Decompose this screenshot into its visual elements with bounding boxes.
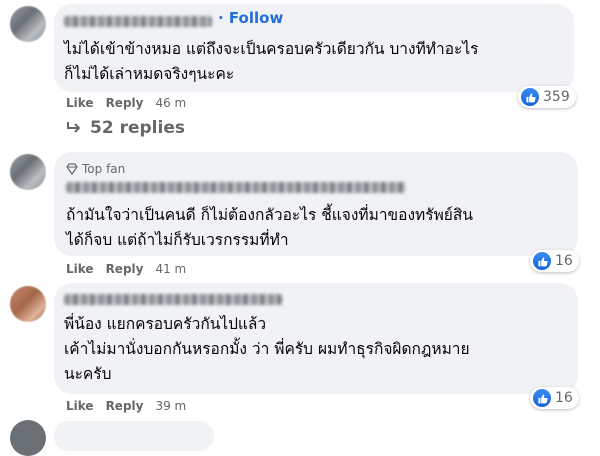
comment-timestamp[interactable]: 39 m [155, 399, 186, 413]
thumbs-up-icon [533, 252, 551, 270]
comment-avatar[interactable] [10, 420, 46, 456]
comment-actions: Like Reply 46 m [66, 96, 186, 110]
comment-actions: Like Reply 41 m [66, 262, 186, 276]
comment-avatar[interactable] [10, 154, 46, 190]
like-button[interactable]: Like [66, 96, 94, 110]
diamond-icon [66, 163, 78, 175]
commenter-name-blurred[interactable] [64, 294, 282, 305]
comment-bubble: · Follow ไม่ได้เข้าข้างหมอ แต่ถึงจะเป็นค… [54, 4, 574, 92]
comment-avatar[interactable] [10, 6, 46, 42]
like-button[interactable]: Like [66, 262, 94, 276]
comment-text-line: ไม่ได้เข้าข้างหมอ แต่ถึงจะเป็นครอบครัวเด… [64, 40, 479, 58]
thumbs-up-icon [521, 88, 539, 106]
comment-text-line: ได้ก็จบ แต่ถ้าไม่ก็รับเวรกรรมที่ทำ [66, 231, 289, 249]
comment-text-line: พี่น้อง แยกครอบครัวกันไปแล้ว [64, 315, 267, 333]
comment-text: ถ้ามันใจว่าเป็นคนดี ก็ไม่ต้องกลัวอะไร ชี… [66, 203, 473, 253]
commenter-name-blurred[interactable] [66, 182, 406, 193]
reaction-count[interactable]: 359 [518, 86, 576, 108]
top-fan-badge: Top fan [66, 162, 125, 176]
thumbs-up-icon [533, 389, 551, 407]
reply-button[interactable]: Reply [106, 262, 144, 276]
comment-bubble: Top fan ถ้ามันใจว่าเป็นคนดี ก็ไม่ต้องกลั… [54, 152, 578, 256]
reaction-count-value: 16 [555, 390, 573, 406]
reaction-count[interactable]: 16 [530, 387, 579, 409]
comment-bubble: พี่น้อง แยกครอบครัวกันไปแล้ว เค้าไม่มานั… [54, 283, 578, 394]
comment-text: พี่น้อง แยกครอบครัวกันไปแล้ว เค้าไม่มานั… [64, 312, 470, 387]
comment-timestamp[interactable]: 41 m [155, 262, 186, 276]
comment-timestamp[interactable]: 46 m [155, 96, 186, 110]
reaction-count-value: 16 [555, 253, 573, 269]
comment-text-line: เค้าไม่มานั่งบอกกันหรอกมั้ง ว่า พี่ครับ … [64, 340, 470, 358]
reaction-count-value: 359 [543, 89, 570, 105]
reply-arrow-icon [67, 122, 81, 133]
comment-text-line: นะครับ [64, 365, 112, 383]
reply-button[interactable]: Reply [106, 399, 144, 413]
follow-button[interactable]: · Follow [218, 9, 283, 27]
commenter-name-blurred[interactable] [64, 16, 212, 27]
reaction-count[interactable]: 16 [530, 250, 579, 272]
replies-count-label: 52 replies [90, 118, 185, 138]
comment-text-line: ถ้ามันใจว่าเป็นคนดี ก็ไม่ต้องกลัวอะไร ชี… [66, 206, 473, 224]
comment-text-line: ก็ไม่ได้เล่าหมดจริงๆนะคะ [64, 65, 235, 83]
top-fan-label: Top fan [82, 162, 126, 176]
comment-text: ไม่ได้เข้าข้างหมอ แต่ถึงจะเป็นครอบครัวเด… [64, 37, 478, 87]
view-replies-link[interactable]: 52 replies [66, 118, 185, 138]
like-button[interactable]: Like [66, 399, 94, 413]
comment-avatar[interactable] [10, 286, 46, 322]
reply-button[interactable]: Reply [106, 96, 144, 110]
comment-actions: Like Reply 39 m [66, 399, 186, 413]
